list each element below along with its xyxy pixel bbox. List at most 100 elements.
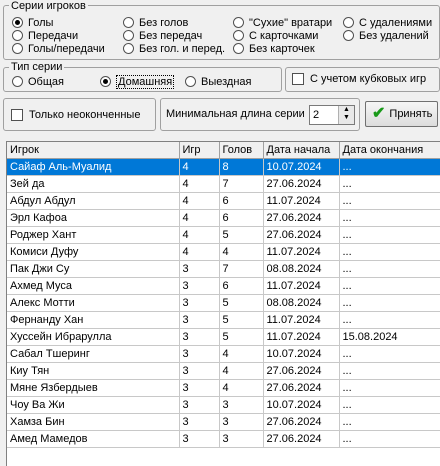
cell-end-date: ...	[339, 175, 440, 193]
radio-type-all[interactable]: Общая	[12, 75, 64, 88]
cell-goals: 4	[219, 243, 264, 261]
cell-start-date: 08.08.2024	[263, 294, 340, 312]
radio-dot	[100, 76, 111, 87]
cell-end-date: ...	[339, 226, 440, 244]
cell-goals: 6	[219, 277, 264, 295]
table-row[interactable]: Хуссейн Ибрарулла 3 5 11.07.2024 15.08.2024	[7, 328, 440, 346]
column-header-player[interactable]: Игрок	[7, 142, 180, 159]
cell-games: 4	[179, 192, 220, 210]
cell-player: Фернанду Хан	[7, 311, 180, 329]
radio-no-goals[interactable]: Без голов	[123, 16, 188, 29]
table-row[interactable]: Амед Мамедов 3 3 27.06.2024...	[7, 430, 440, 448]
radio-dot	[12, 76, 23, 87]
cell-start-date: 11.07.2024	[263, 277, 340, 295]
accept-button[interactable]: ✔ Принять	[365, 101, 438, 127]
cell-goals: 7	[219, 260, 264, 278]
cell-start-date: 11.07.2024	[263, 311, 340, 329]
table-row[interactable]: Сабал Тшеринг 3 4 10.07.2024...	[7, 345, 440, 363]
radio-no-cards[interactable]: Без карточек	[233, 42, 315, 55]
cell-player: Ахмед Муса	[7, 277, 180, 295]
cell-goals: 5	[219, 294, 264, 312]
cell-end-date: ...	[339, 396, 440, 414]
cell-end-date: ...	[339, 430, 440, 448]
table-row[interactable]: Ахмед Муса 3 6 11.07.2024...	[7, 277, 440, 295]
cell-games: 4	[179, 175, 220, 193]
cell-end-date: ...	[339, 345, 440, 363]
checkbox-box	[292, 73, 304, 85]
cell-player: Хамза Бин	[7, 413, 180, 431]
table-row[interactable]: Фернанду Хан 3 5 11.07.2024...	[7, 311, 440, 329]
radio-dot	[123, 17, 134, 28]
radio-with-cards[interactable]: С карточками	[233, 29, 318, 42]
radio-no-assists[interactable]: Без передач	[123, 29, 202, 42]
radio-clean-sheets[interactable]: "Сухие" вратари	[233, 16, 332, 29]
cell-player: Роджер Хант	[7, 226, 180, 244]
table-row[interactable]: Сайаф Аль-Муалид 4 8 10.07.2024...	[7, 158, 440, 176]
cell-games: 3	[179, 413, 220, 431]
table-row[interactable]: Киу Тян 3 4 27.06.2024...	[7, 362, 440, 380]
radio-no-red-cards[interactable]: Без удалений	[343, 29, 429, 42]
cup-games-checkbox[interactable]: С учетом кубковых игр	[292, 72, 426, 86]
cell-games: 4	[179, 243, 220, 261]
column-header-games[interactable]: Игр	[179, 142, 220, 159]
cell-end-date: ...	[339, 277, 440, 295]
cell-games: 3	[179, 277, 220, 295]
series-table[interactable]: Игрок Игр Голов Дата начала Дата окончан…	[6, 141, 440, 466]
cell-player: Хуссейн Ибрарулла	[7, 328, 180, 346]
cell-games: 3	[179, 345, 220, 363]
table-row[interactable]: Пак Джи Су 3 7 08.08.2024...	[7, 260, 440, 278]
cell-end-date: ...	[339, 362, 440, 380]
cell-start-date: 27.06.2024	[263, 175, 340, 193]
table-row[interactable]: Мяне Язбердыев 3 4 27.06.2024...	[7, 379, 440, 397]
table-row[interactable]: Роджер Хант 4 5 27.06.2024...	[7, 226, 440, 244]
radio-dot	[12, 30, 23, 41]
cell-games: 3	[179, 328, 220, 346]
cell-end-date: ...	[339, 413, 440, 431]
column-header-end-date[interactable]: Дата окончания	[339, 142, 440, 159]
cell-start-date: 11.07.2024	[263, 192, 340, 210]
cell-player: Абдул Абдул	[7, 192, 180, 210]
table-row[interactable]: Хамза Бин 3 3 27.06.2024...	[7, 413, 440, 431]
cell-end-date: ...	[339, 294, 440, 312]
table-row[interactable]: Чоу Ва Жи 3 3 10.07.2024...	[7, 396, 440, 414]
table-row[interactable]: Эрл Кафоа 4 6 27.06.2024...	[7, 209, 440, 227]
checkbox-box	[11, 109, 23, 121]
cell-player: Сабал Тшеринг	[7, 345, 180, 363]
cell-start-date: 11.07.2024	[263, 243, 340, 261]
series-group-title: Серии игроков	[9, 0, 88, 12]
min-length-spinner[interactable]: 2 ▲ ▼	[309, 105, 355, 125]
cell-goals: 4	[219, 379, 264, 397]
cell-games: 3	[179, 396, 220, 414]
cell-games: 4	[179, 226, 220, 244]
radio-dot	[233, 30, 244, 41]
column-header-start-date[interactable]: Дата начала	[263, 142, 340, 159]
cell-player: Мяне Язбердыев	[7, 379, 180, 397]
cell-goals: 3	[219, 413, 264, 431]
radio-dot	[233, 17, 244, 28]
table-row[interactable]: Комиси Дуфу 4 4 11.07.2024...	[7, 243, 440, 261]
radio-goals-assists[interactable]: Голы/передачи	[12, 42, 105, 55]
cell-games: 3	[179, 260, 220, 278]
radio-type-home[interactable]: Домашняя	[100, 74, 175, 89]
table-row[interactable]: Абдул Абдул 4 6 11.07.2024...	[7, 192, 440, 210]
column-header-goals[interactable]: Голов	[219, 142, 264, 159]
cell-start-date: 10.07.2024	[263, 158, 340, 176]
table-row[interactable]: Зей да 4 7 27.06.2024...	[7, 175, 440, 193]
cell-games: 3	[179, 294, 220, 312]
radio-goals[interactable]: Голы	[12, 16, 53, 29]
unfinished-checkbox[interactable]: Только неоконченные	[11, 108, 140, 122]
cell-end-date: ...	[339, 209, 440, 227]
cell-player: Сайаф Аль-Муалид	[7, 158, 180, 176]
cell-goals: 3	[219, 430, 264, 448]
radio-dot	[123, 30, 134, 41]
radio-type-away[interactable]: Выездная	[185, 75, 252, 88]
cell-goals: 8	[219, 158, 264, 176]
cell-player: Пак Джи Су	[7, 260, 180, 278]
radio-assists[interactable]: Передачи	[12, 29, 78, 42]
cell-start-date: 11.07.2024	[263, 328, 340, 346]
radio-with-red-cards[interactable]: С удалениями	[343, 16, 432, 29]
radio-no-goals-assists[interactable]: Без гол. и перед.	[123, 42, 225, 55]
cell-end-date: 15.08.2024	[339, 328, 440, 346]
spinner-arrows-icon[interactable]: ▲ ▼	[338, 106, 354, 124]
table-row[interactable]: Алекс Мотти 3 5 08.08.2024...	[7, 294, 440, 312]
